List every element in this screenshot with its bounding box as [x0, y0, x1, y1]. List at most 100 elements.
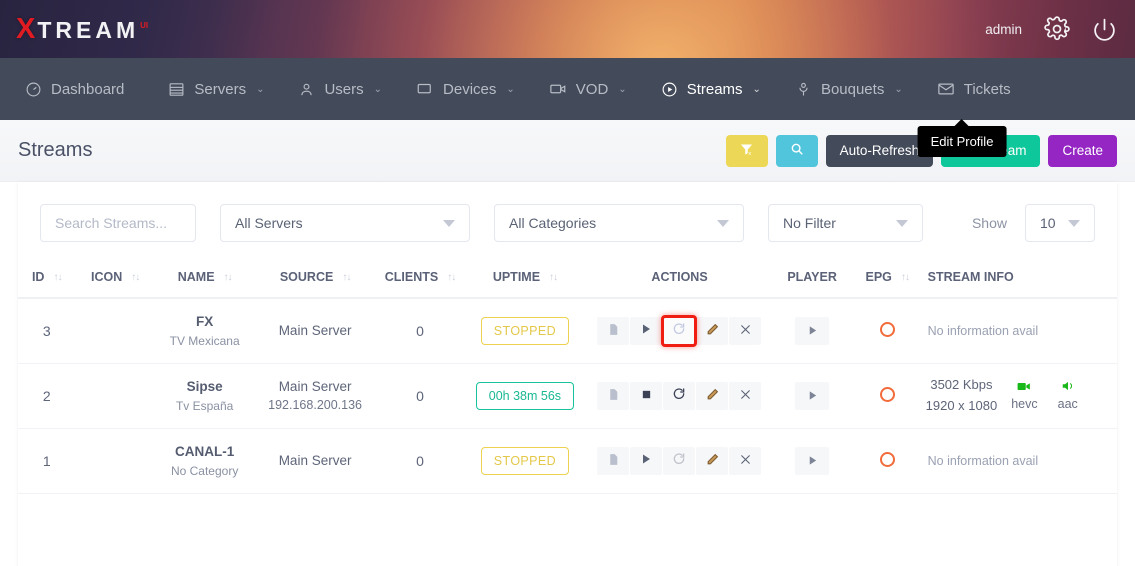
column-header-epg[interactable]: EPG↑↓ — [851, 258, 924, 298]
cell-name: FX TV Mexicana — [155, 298, 254, 363]
gear-icon[interactable] — [1044, 16, 1070, 42]
bitrate: 3502 Kbps — [926, 375, 998, 395]
file-icon-button[interactable] — [597, 382, 629, 410]
nav-item-devices[interactable]: Devices ⌄ — [399, 58, 532, 120]
column-label: UPTIME — [493, 270, 540, 284]
player-button[interactable] — [795, 447, 829, 475]
sort-icon: ↑↓ — [549, 272, 557, 283]
bouquet-icon — [795, 81, 812, 98]
nav-item-tickets[interactable]: Tickets — [920, 58, 1028, 120]
status-filter-select[interactable]: No Filter — [768, 204, 923, 242]
delete-stream-button[interactable] — [729, 447, 761, 475]
filter-remove-icon: x — [739, 142, 754, 160]
epg-circle-icon[interactable] — [880, 387, 895, 402]
delete-stream-button[interactable] — [729, 382, 761, 410]
nav-label: Users — [324, 81, 363, 98]
chevron-down-icon — [896, 220, 908, 227]
filter-remove-button[interactable]: x — [726, 135, 768, 167]
page-size-value: 10 — [1040, 215, 1056, 231]
table-row: 2 Sipse Tv España Main Server 192.168.20… — [18, 363, 1117, 428]
category-select[interactable]: All Categories — [494, 204, 744, 242]
edit-stream-button[interactable] — [696, 317, 728, 345]
codec-group: hevc aac — [1011, 380, 1078, 411]
start-stream-button[interactable] — [630, 317, 662, 345]
power-icon[interactable] — [1092, 17, 1117, 42]
cell-epg — [851, 363, 924, 428]
column-header-id[interactable]: ID↑↓ — [18, 258, 75, 298]
epg-circle-icon[interactable] — [880, 322, 895, 337]
cell-name: Sipse Tv España — [155, 363, 254, 428]
stream-info-text: No information avail — [924, 324, 1117, 338]
nav-label: Streams — [687, 81, 743, 98]
play-icon — [807, 388, 818, 404]
player-button[interactable] — [795, 382, 829, 410]
table-header: ID↑↓ ICON↑↓ NAME↑↓ SOURCE↑↓ CLIENTS↑↓ UP… — [18, 258, 1117, 298]
source-name: Main Server — [254, 323, 375, 338]
nav-label: Bouquets — [821, 81, 884, 98]
server-select-value: All Servers — [235, 215, 303, 231]
cell-source: Main Server — [254, 428, 375, 493]
delete-stream-button[interactable] — [729, 317, 761, 345]
search-input[interactable]: Search Streams... — [40, 204, 196, 242]
restart-stream-button[interactable] — [663, 382, 695, 410]
nav-item-users[interactable]: Users ⌄ — [281, 58, 399, 120]
close-icon — [739, 323, 752, 339]
action-button-group — [597, 382, 762, 410]
column-header-source[interactable]: SOURCE↑↓ — [254, 258, 375, 298]
filter-bar: Search Streams... All Servers All Catego… — [18, 182, 1117, 258]
cell-uptime: 00h 38m 56s — [464, 363, 585, 428]
start-stream-button[interactable] — [630, 447, 662, 475]
column-header-clients[interactable]: CLIENTS↑↓ — [376, 258, 464, 298]
play-icon — [640, 453, 652, 468]
nav-item-bouquets[interactable]: Bouquets ⌄ — [778, 58, 920, 120]
close-icon — [739, 388, 752, 404]
restart-stream-button[interactable] — [663, 447, 695, 475]
edit-stream-button[interactable] — [696, 447, 728, 475]
cell-actions — [586, 298, 774, 363]
epg-circle-icon[interactable] — [880, 452, 895, 467]
restart-stream-button[interactable] — [663, 317, 695, 345]
cell-epg — [851, 428, 924, 493]
stop-stream-button[interactable] — [630, 382, 662, 410]
nav-label: Tickets — [964, 81, 1011, 98]
video-codec-label: hevc — [1011, 397, 1037, 411]
file-icon — [607, 388, 620, 404]
cell-icon — [75, 363, 155, 428]
cell-id: 3 — [18, 298, 75, 363]
close-icon — [739, 453, 752, 469]
server-select[interactable]: All Servers — [220, 204, 470, 242]
column-label: PLAYER — [787, 270, 837, 284]
sort-icon: ↑↓ — [131, 272, 139, 283]
player-button[interactable] — [795, 317, 829, 345]
chevron-down-icon: ⌄ — [894, 84, 902, 95]
nav-item-streams[interactable]: Streams ⌄ — [644, 58, 778, 120]
page-size-select[interactable]: 10 — [1025, 204, 1095, 242]
stream-bitrate-resolution: 3502 Kbps 1920 x 1080 — [926, 375, 998, 415]
main-navigation: Dashboard Servers ⌄ Users ⌄ Devices ⌄ VO… — [0, 58, 1135, 120]
cell-epg — [851, 298, 924, 363]
page-title: Streams — [18, 139, 92, 162]
edit-stream-button[interactable] — [696, 382, 728, 410]
cell-source: Main Server 192.168.200.136 — [254, 363, 375, 428]
show-label: Show — [972, 215, 1007, 231]
file-icon — [607, 323, 620, 339]
nav-item-vod[interactable]: VOD ⌄ — [532, 58, 644, 120]
current-user-label[interactable]: admin — [985, 22, 1022, 37]
file-icon-button[interactable] — [597, 317, 629, 345]
column-header-icon[interactable]: ICON↑↓ — [75, 258, 155, 298]
cell-id: 2 — [18, 363, 75, 428]
nav-label: Dashboard — [51, 81, 124, 98]
nav-item-dashboard[interactable]: Dashboard — [8, 58, 151, 120]
column-header-name[interactable]: NAME↑↓ — [155, 258, 254, 298]
column-label: ACTIONS — [651, 270, 707, 284]
create-button[interactable]: Create — [1048, 135, 1117, 167]
table-row: 3 FX TV Mexicana Main Server 0 STOPPED — [18, 298, 1117, 363]
column-header-uptime[interactable]: UPTIME ↑↓ — [464, 258, 585, 298]
brand-logo[interactable]: XTREAMUI — [16, 13, 148, 46]
chevron-down-icon: ⌄ — [753, 84, 761, 95]
search-button[interactable] — [776, 135, 818, 167]
file-icon-button[interactable] — [597, 447, 629, 475]
chevron-down-icon: ⌄ — [618, 84, 626, 95]
logo-wordmark: TREAM — [37, 17, 139, 44]
nav-item-servers[interactable]: Servers ⌄ — [151, 58, 281, 120]
